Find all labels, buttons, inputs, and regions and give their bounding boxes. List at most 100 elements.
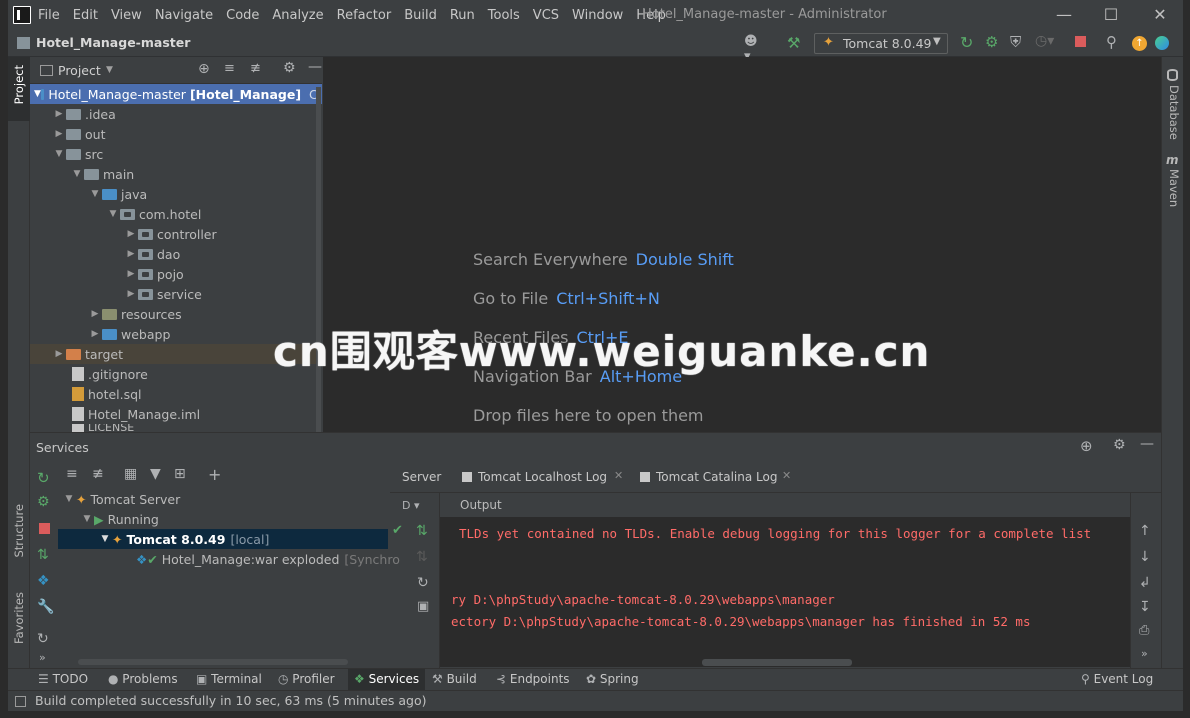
- service-tomcat-instance[interactable]: ▼ ✦ Tomcat 8.0.49 [local]: [58, 529, 388, 549]
- tab-tomcat-catalina-log[interactable]: Tomcat Catalina Log: [656, 470, 777, 484]
- artifact-icon[interactable]: ❖: [37, 573, 50, 589]
- maven-tool-tab[interactable]: Maven: [1167, 169, 1181, 207]
- deploy-icon[interactable]: ⇅: [37, 547, 49, 563]
- tree-item-iml[interactable]: Hotel_Manage.iml: [30, 404, 322, 424]
- maximize-icon[interactable]: ☐: [1100, 5, 1122, 25]
- close-tab-icon[interactable]: ✕: [614, 469, 623, 482]
- locate-icon[interactable]: ⊕: [198, 61, 210, 77]
- scrollbar[interactable]: [316, 87, 321, 432]
- new-tab-icon[interactable]: ⊞: [174, 466, 186, 482]
- menu-run[interactable]: Run: [450, 8, 475, 23]
- event-log-button[interactable]: ⚲ Event Log: [1081, 672, 1153, 686]
- menu-edit[interactable]: Edit: [73, 8, 98, 23]
- refresh-icon[interactable]: ↻: [37, 631, 49, 647]
- tree-item-hotel-sql[interactable]: hotel.sql: [30, 384, 322, 404]
- tree-item-com-hotel[interactable]: ▼ com.hotel: [30, 204, 322, 224]
- debug-icon[interactable]: ⚙: [37, 494, 50, 510]
- stop-icon[interactable]: [1075, 36, 1086, 47]
- print-icon[interactable]: ⎙: [1139, 623, 1149, 638]
- tab-terminal[interactable]: ▣ Terminal: [196, 672, 262, 686]
- collapse-all-icon[interactable]: ≢: [250, 61, 261, 76]
- expand-all-icon[interactable]: ≡: [66, 466, 78, 482]
- build-hammer-icon[interactable]: ⚒: [787, 34, 802, 52]
- hide-panel-icon[interactable]: —: [308, 59, 322, 75]
- project-tool-tab[interactable]: Project: [8, 57, 30, 121]
- tab-server[interactable]: Server: [402, 470, 441, 484]
- scroll-to-end-icon[interactable]: ↧: [1139, 599, 1151, 615]
- tab-endpoints[interactable]: ⊰ Endpoints: [496, 672, 570, 686]
- expand-all-icon[interactable]: ≡: [224, 61, 235, 76]
- service-running-group[interactable]: ▼ ▶ Running: [58, 509, 388, 529]
- menu-file[interactable]: File: [38, 8, 60, 23]
- rerun-icon[interactable]: ↻: [37, 469, 50, 487]
- service-tomcat-server[interactable]: ▼ ✦ Tomcat Server: [58, 489, 388, 509]
- minimize-icon[interactable]: —: [1053, 5, 1075, 25]
- soft-wrap-icon[interactable]: ↲: [1139, 575, 1151, 591]
- coverage-icon[interactable]: ⛨: [1010, 33, 1025, 51]
- search-icon[interactable]: ⚲: [1106, 33, 1121, 51]
- project-view-selector[interactable]: Project: [58, 63, 101, 78]
- menu-code[interactable]: Code: [226, 8, 259, 23]
- tree-item-project-root[interactable]: ▼ Hotel_Manage-master [Hotel_Manage] C:: [30, 84, 322, 104]
- tree-item-pojo[interactable]: ▶ pojo: [30, 264, 322, 284]
- more-icon[interactable]: »: [39, 651, 46, 664]
- tree-item-service[interactable]: ▶ service: [30, 284, 322, 304]
- menu-refactor[interactable]: Refactor: [337, 8, 392, 23]
- tab-build[interactable]: ⚒ Build: [432, 672, 477, 686]
- tool-windows-icon[interactable]: [15, 696, 26, 707]
- tree-item-out[interactable]: ▶ out: [30, 124, 322, 144]
- menu-tools[interactable]: Tools: [488, 8, 520, 23]
- tab-profiler[interactable]: ◷ Profiler: [278, 672, 335, 686]
- menu-view[interactable]: View: [111, 8, 142, 23]
- tree-item-main[interactable]: ▼ main: [30, 164, 322, 184]
- group-by-icon[interactable]: ▦: [124, 466, 137, 482]
- tab-tomcat-localhost-log[interactable]: Tomcat Localhost Log: [478, 470, 607, 484]
- structure-tool-tab[interactable]: Structure: [12, 504, 26, 558]
- service-artifact[interactable]: ❖ ✔ Hotel_Manage:war exploded [Synchro: [58, 549, 400, 569]
- tab-services[interactable]: ❖ Services: [348, 669, 426, 690]
- tree-item-java[interactable]: ▼ java: [30, 184, 322, 204]
- tab-problems[interactable]: ● Problems: [108, 672, 178, 686]
- tree-item-idea[interactable]: ▶ .idea: [30, 104, 322, 124]
- scroll-up-icon[interactable]: ↑: [1139, 523, 1151, 539]
- tree-item-dao[interactable]: ▶ dao: [30, 244, 322, 264]
- menu-build[interactable]: Build: [404, 8, 437, 23]
- gear-icon[interactable]: ⚙: [1113, 437, 1126, 453]
- tree-item-src[interactable]: ▼ src: [30, 144, 322, 164]
- tree-item-controller[interactable]: ▶ controller: [30, 224, 322, 244]
- scroll-down-icon[interactable]: ↓: [1139, 549, 1151, 565]
- breadcrumb[interactable]: Hotel_Manage-master: [36, 35, 190, 50]
- horizontal-scrollbar[interactable]: [78, 659, 348, 665]
- refresh-icon[interactable]: ↻: [417, 575, 429, 591]
- horizontal-scrollbar[interactable]: [702, 659, 852, 666]
- globe-icon[interactable]: ⊕: [1080, 437, 1093, 455]
- menu-analyze[interactable]: Analyze: [272, 8, 323, 23]
- undeploy-icon[interactable]: ⇅: [416, 549, 428, 565]
- add-service-icon[interactable]: +: [208, 465, 221, 484]
- update-icon[interactable]: ↑: [1132, 36, 1147, 51]
- chevron-down-icon[interactable]: ▼: [106, 65, 113, 75]
- plugin-icon[interactable]: [1155, 36, 1169, 50]
- redeploy-icon[interactable]: ⇅: [416, 523, 428, 539]
- profile-icon[interactable]: ◷▾: [1035, 33, 1054, 49]
- more-icon[interactable]: »: [1141, 647, 1148, 660]
- deploy-dropdown-icon[interactable]: D ▾: [402, 499, 420, 512]
- tab-todo[interactable]: ☰ TODO: [38, 672, 88, 686]
- menu-vcs[interactable]: VCS: [533, 8, 559, 23]
- menu-window[interactable]: Window: [572, 8, 623, 23]
- database-tool-tab[interactable]: Database: [1167, 85, 1181, 140]
- menu-navigate[interactable]: Navigate: [155, 8, 213, 23]
- favorites-tool-tab[interactable]: Favorites: [12, 592, 26, 644]
- gear-icon[interactable]: ⚙: [283, 60, 296, 76]
- debug-icon[interactable]: ⚙: [985, 33, 1000, 51]
- rerun-icon[interactable]: ↻: [960, 33, 975, 52]
- tab-spring[interactable]: ✿ Spring: [586, 672, 639, 686]
- collapse-all-icon[interactable]: ≢: [92, 466, 104, 482]
- stop-icon[interactable]: [39, 523, 50, 534]
- close-icon[interactable]: ✕: [1149, 5, 1171, 25]
- filter-icon[interactable]: ▼: [150, 466, 161, 482]
- download-icon[interactable]: ▣: [417, 599, 429, 614]
- user-icon[interactable]: ☻▾: [744, 34, 759, 64]
- hide-panel-icon[interactable]: —: [1140, 436, 1154, 452]
- console-output[interactable]: TLDs yet contained no TLDs. Enable debug…: [440, 517, 1130, 667]
